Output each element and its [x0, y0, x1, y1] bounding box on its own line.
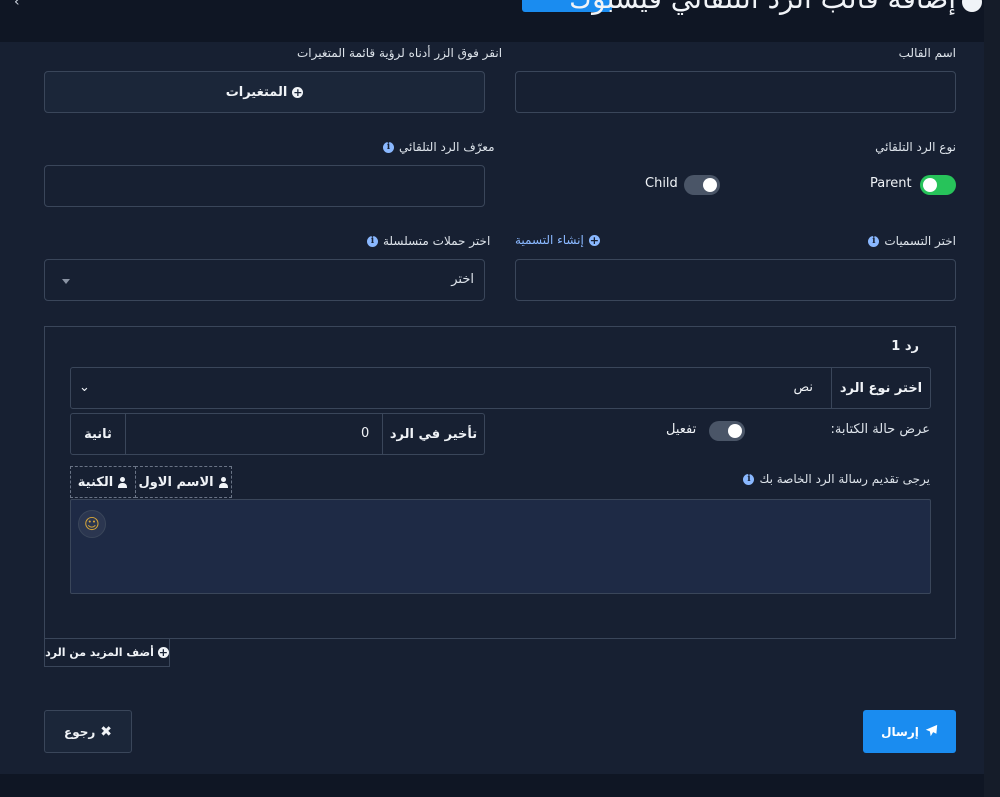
header-icon	[962, 0, 982, 12]
delay-unit: ثانية	[71, 414, 126, 454]
page-title: إضافة قالب الرد التلقائي فيسبوك	[569, 0, 956, 15]
child-label: Child	[645, 176, 678, 191]
info-icon: i	[868, 235, 880, 247]
typing-toggle[interactable]	[709, 421, 745, 441]
typing-toggle-label: تفعيل	[666, 422, 697, 437]
plus-circle-icon: +	[292, 85, 304, 99]
template-name-label: اسم القالب	[898, 46, 956, 60]
user-icon	[117, 476, 128, 488]
reply-id-label: معرّف الرد التلقائي i	[383, 140, 495, 154]
delay-input[interactable]: 0	[361, 426, 369, 441]
delay-label: تأخير في الرد	[382, 414, 484, 454]
reply-id-input[interactable]	[44, 165, 485, 207]
variables-hint: انقر فوق الزر أدناه لرؤية قائمة المتغيرا…	[297, 46, 503, 60]
send-button[interactable]: إرسال	[863, 710, 956, 753]
first-name-chip[interactable]: الاسم الاول	[135, 466, 232, 498]
plus-circle-icon: +	[157, 646, 169, 659]
parent-label: Parent	[870, 176, 912, 191]
caret-down-icon	[62, 279, 70, 284]
sequence-label: اختر حملات متسلسلة i	[367, 234, 490, 248]
last-name-chip[interactable]: الكنية	[70, 466, 136, 498]
top-bar: ‹ إضافة قالب الرد التلقائي فيسبوك	[0, 0, 1000, 42]
back-arrow-icon[interactable]: ‹	[14, 0, 20, 10]
user-icon	[218, 476, 229, 488]
paper-plane-icon	[925, 724, 938, 740]
message-textarea[interactable]: ☺	[70, 499, 931, 594]
reply-card: رد 1 اختر نوع الرد نص ⌄ عرض حالة الكتابة…	[44, 326, 956, 639]
child-toggle[interactable]	[684, 175, 720, 195]
add-more-reply-button[interactable]: + أضف المزيد من الرد	[44, 638, 170, 667]
back-button[interactable]: ✖ رجوع	[44, 710, 132, 753]
smile-icon[interactable]: ☺	[78, 510, 106, 538]
reply-type-select[interactable]: اختر نوع الرد نص ⌄	[70, 367, 931, 409]
parent-toggle[interactable]	[920, 175, 956, 195]
reply-type-value: نص	[793, 380, 813, 395]
info-icon: i	[383, 141, 394, 153]
typing-status-label: عرض حالة الكتابة:	[830, 422, 930, 437]
sequence-select[interactable]: اختر	[44, 259, 485, 301]
template-name-input[interactable]	[515, 71, 956, 113]
delay-input-group: ثانية 0 تأخير في الرد	[70, 413, 485, 455]
info-icon: i	[367, 235, 378, 247]
reply-type-label: نوع الرد التلقائي	[875, 140, 956, 154]
page-scrollbar[interactable]	[984, 0, 1000, 797]
create-label-link[interactable]: + إنشاء التسمية	[515, 233, 600, 247]
plus-circle-icon: +	[588, 233, 600, 247]
reply-title: رد 1	[891, 339, 919, 354]
chevron-down-icon: ⌄	[79, 380, 90, 395]
message-label: يرجى تقديم رسالة الرد الخاصة بك i	[743, 472, 930, 486]
info-icon: i	[743, 473, 755, 485]
times-icon: ✖	[100, 723, 113, 740]
labels-input[interactable]	[515, 259, 956, 301]
variables-button[interactable]: + المتغيرات	[44, 71, 485, 113]
labels-label: اختر التسميات i	[868, 234, 956, 248]
reply-type-label: اختر نوع الرد	[831, 368, 930, 408]
